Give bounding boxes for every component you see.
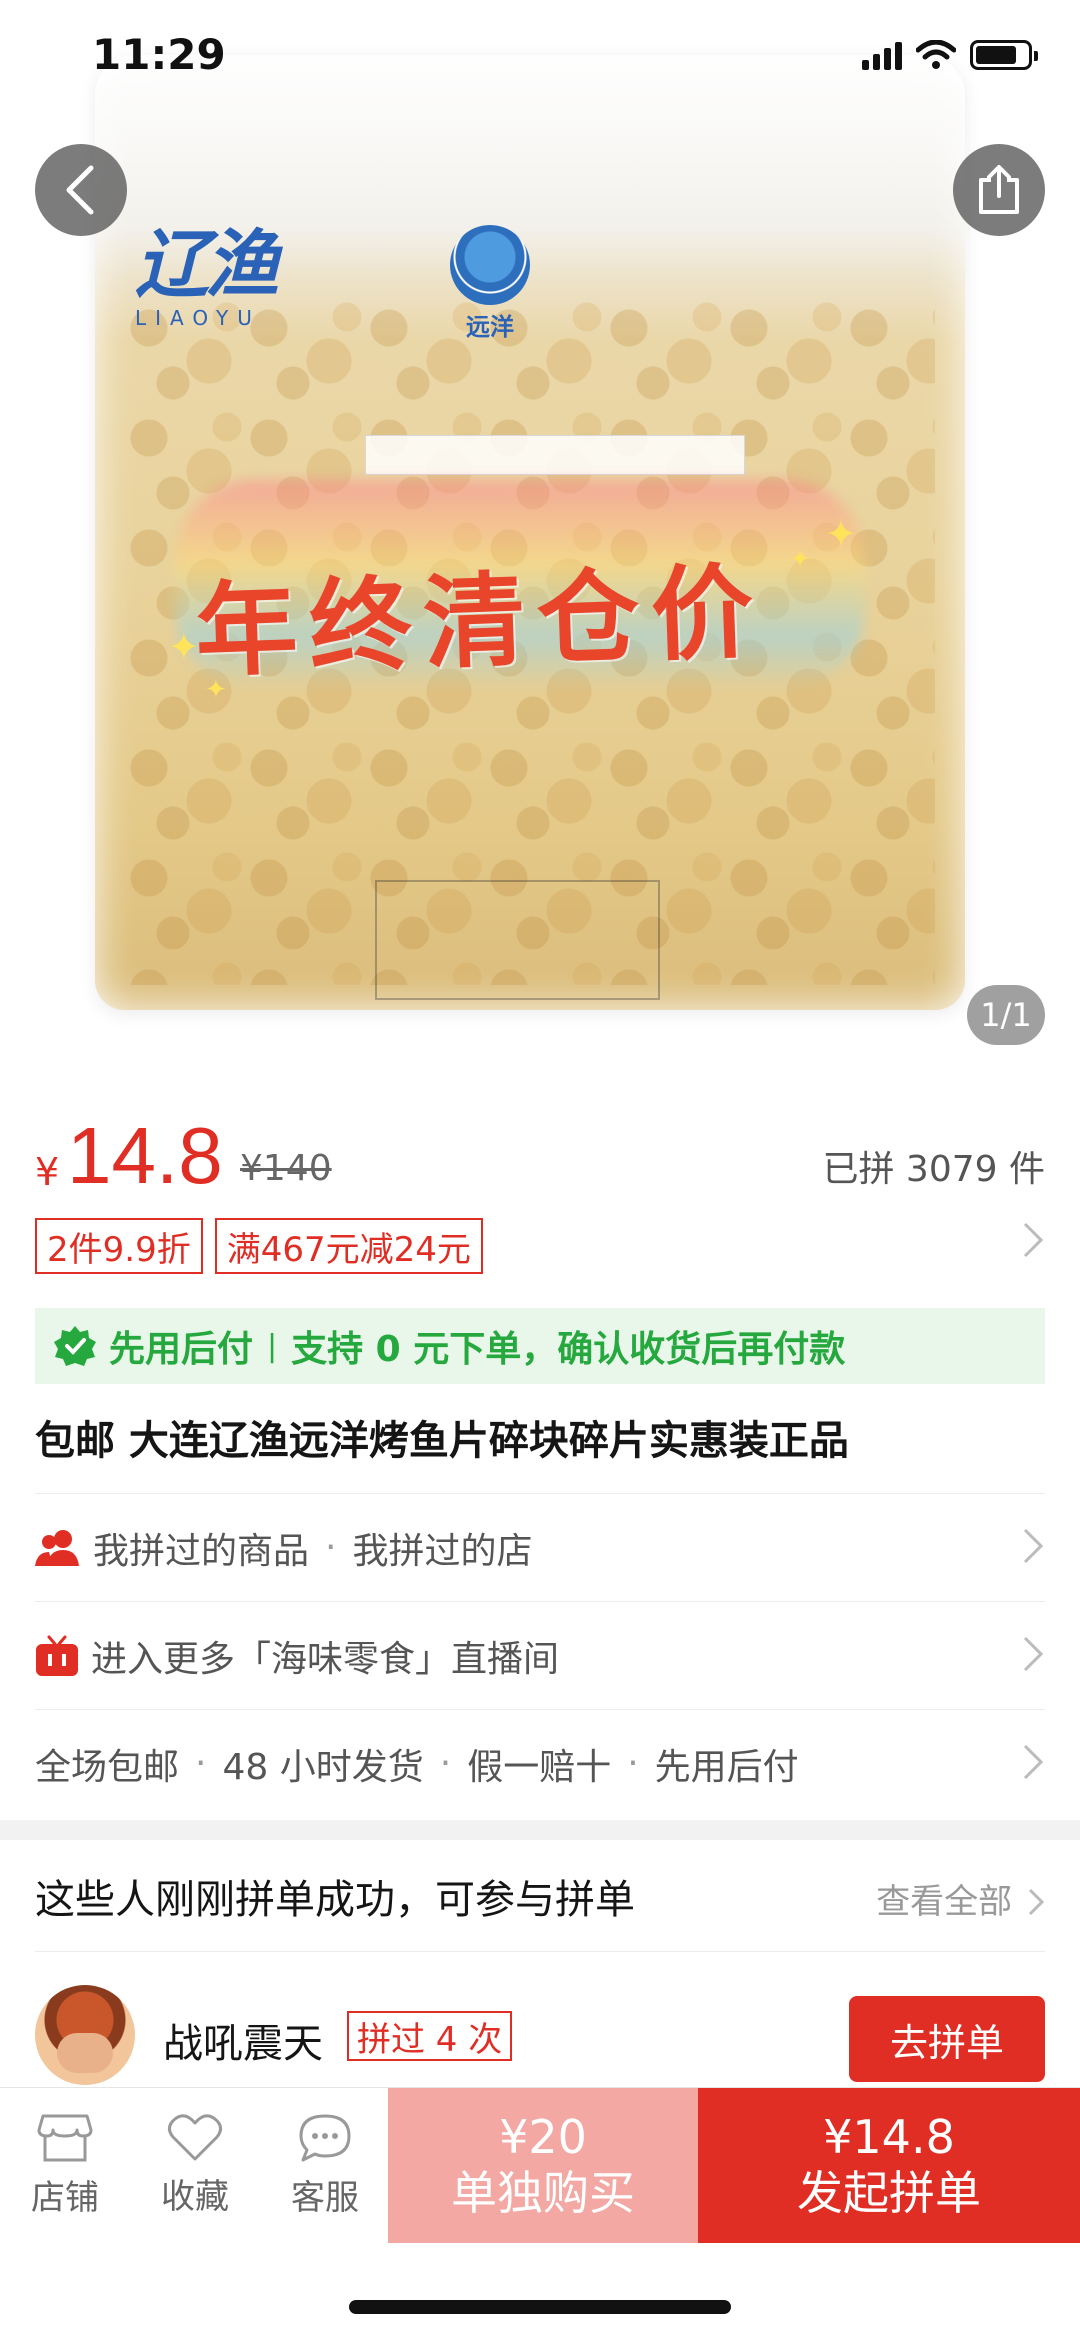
discount-tags[interactable]: 2件9.9折 满467元减24元 — [35, 1218, 1045, 1274]
group-price: ¥14.8 — [823, 2110, 955, 2165]
nutrition-table — [375, 880, 660, 1000]
service-guarantee-row[interactable]: 全场包邮 · 48 小时发货 · 假一赔十 · 先用后付 — [35, 1709, 1045, 1817]
customer-service-button[interactable]: 客服 — [260, 2088, 390, 2242]
brand-logo: 辽渔 LIAOYU — [135, 222, 279, 330]
sold-count: 已拼 3079 件 — [822, 1149, 1045, 1190]
pay-later-badge-icon — [54, 1326, 96, 1366]
original-price: ¥140 — [240, 1148, 332, 1189]
price-section: ¥ 14.8 ¥140 已拼 3079 件 — [35, 1110, 1045, 1200]
currency-symbol: ¥ — [35, 1150, 60, 1194]
group-buy-user-row: 战吼震天 拼过 4 次 去拼单 — [35, 1985, 1045, 2095]
heart-icon — [168, 2113, 222, 2160]
group-label: 发起拼单 — [797, 2165, 981, 2220]
history-shop-link[interactable]: 我拼过的店 — [352, 1522, 532, 1574]
sparkle-icon: ✦ — [205, 675, 227, 705]
image-page-indicator: 1/1 — [967, 985, 1045, 1045]
chevron-right-icon — [1021, 1740, 1045, 1795]
live-room-row[interactable]: 进入更多「海味零食」直播间 — [35, 1601, 1045, 1709]
share-button[interactable] — [953, 144, 1045, 236]
service-item: 先用后付 — [654, 1746, 799, 1788]
service-item: 假一赔十 — [467, 1746, 612, 1788]
service-item: 全场包邮 — [35, 1746, 180, 1788]
single-price: ¥20 — [499, 2110, 587, 2165]
store-icon — [37, 2114, 93, 2161]
sparkle-icon: ✦ — [790, 545, 811, 573]
cellular-signal-icon — [862, 40, 902, 70]
status-time: 11:29 — [92, 30, 226, 79]
pay-later-desc: 支持 0 元下单，确认收货后再付款 — [291, 1329, 846, 1370]
product-image-gallery[interactable]: 辽渔 LIAOYU 远洋 年终清仓价 ✦ ✦ ✦ ✦ 1/1 — [0, 0, 1080, 1070]
promo-banner-text: 年终清仓价 — [193, 552, 768, 692]
live-tv-icon — [35, 1635, 79, 1677]
battery-icon — [970, 40, 1038, 70]
chevron-right-icon — [1021, 1632, 1045, 1687]
service-item: 48 小时发货 — [222, 1746, 424, 1788]
avatar — [35, 1985, 135, 2085]
buy-alone-button[interactable]: ¥20 单独购买 — [388, 2088, 698, 2243]
pay-later-label: 先用后付 — [109, 1329, 254, 1370]
home-indicator[interactable] — [349, 2300, 731, 2314]
pay-later-banner[interactable]: 先用后付 | 支持 0 元下单，确认收货后再付款 — [35, 1308, 1045, 1384]
join-group-button[interactable]: 去拼单 — [849, 1996, 1045, 2082]
package-label — [365, 435, 745, 475]
start-group-buy-button[interactable]: ¥14.8 发起拼单 — [698, 2088, 1080, 2243]
chevron-right-icon — [1021, 1218, 1045, 1273]
section-divider — [0, 1820, 1080, 1840]
favorite-button[interactable]: 收藏 — [130, 2088, 260, 2242]
chevron-left-icon — [66, 165, 94, 215]
chat-bubble-icon — [299, 2114, 351, 2161]
discount-tag: 2件9.9折 — [35, 1218, 203, 1274]
group-buy-title: 这些人刚刚拼单成功，可参与拼单 — [35, 1876, 635, 1923]
favorite-label: 收藏 — [161, 2176, 229, 2217]
back-button[interactable] — [35, 144, 127, 236]
group-buy-header: 这些人刚刚拼单成功，可参与拼单 查看全部 — [35, 1840, 1045, 1952]
live-room-label: 进入更多「海味零食」直播间 — [91, 1638, 560, 1680]
user-name: 战吼震天 — [163, 2021, 323, 2067]
user-group-count-badge: 拼过 4 次 — [347, 2011, 513, 2061]
bottom-action-bar: 店铺 收藏 客服 ¥20 单独购买 ¥14.8 发起拼单 — [0, 2087, 1080, 2243]
purchase-history-row[interactable]: 我拼过的商品 · 我拼过的店 — [35, 1493, 1045, 1601]
view-all-link[interactable]: 查看全部 — [876, 1874, 1045, 1923]
store-label: 店铺 — [31, 2177, 99, 2218]
sparkle-icon: ✦ — [825, 512, 857, 556]
chevron-right-icon — [1021, 1524, 1045, 1579]
sparkle-icon: ✦ — [168, 625, 200, 669]
sub-brand-logo: 远洋 — [445, 225, 535, 342]
single-label: 单独购买 — [451, 2165, 635, 2220]
coupon-tag: 满467元减24元 — [214, 1218, 483, 1274]
current-price: 14.8 — [67, 1111, 223, 1200]
share-icon — [979, 165, 1019, 214]
product-title: 包邮 大连辽渔远洋烤鱼片碎块碎片实惠装正品 — [35, 1418, 849, 1464]
people-icon — [35, 1528, 81, 1568]
wifi-icon — [916, 40, 956, 69]
chevron-right-icon — [1028, 1888, 1045, 1916]
store-button[interactable]: 店铺 — [0, 2088, 130, 2242]
status-bar: 11:29 — [0, 0, 1080, 110]
history-goods-link[interactable]: 我拼过的商品 — [93, 1522, 309, 1574]
customer-service-label: 客服 — [291, 2177, 359, 2218]
